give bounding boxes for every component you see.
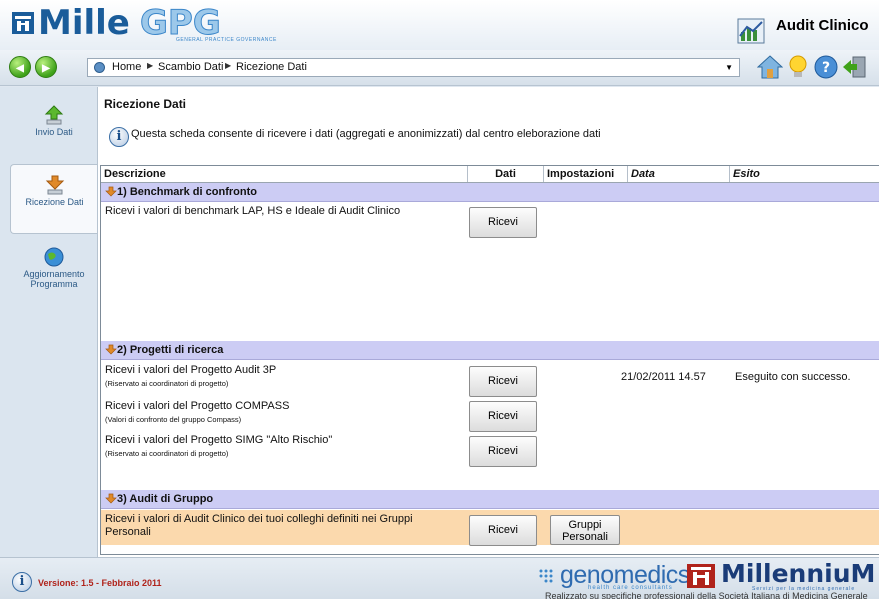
forward-button[interactable]: ▶ — [35, 56, 57, 78]
info-icon[interactable]: i — [12, 572, 32, 592]
sidebar-item-label: Aggiornamento Programma — [23, 269, 85, 289]
section-header-audit-gruppo: 3) Audit di Gruppo — [101, 490, 879, 509]
audit-chart-icon — [737, 18, 765, 44]
download-arrow-icon — [105, 186, 117, 197]
sidebar: Invio Dati Ricezione Dati Aggiornamento … — [0, 87, 98, 557]
download-arrow-icon — [45, 175, 64, 195]
page-title: Ricezione Dati — [104, 97, 187, 111]
section-header-benchmark: 1) Benchmark di confronto — [101, 183, 879, 202]
back-arrow-icon: ◀ — [16, 63, 24, 74]
back-button[interactable]: ◀ — [9, 56, 31, 78]
main-panel: Ricezione Dati i Questa scheda consente … — [97, 87, 879, 557]
row-subtitle: (Valori di confronto del gruppo Compass) — [105, 415, 242, 424]
breadcrumb-scambio-dati[interactable]: Scambio Dati — [158, 61, 223, 73]
section-title: 2) Progetti di ricerca — [117, 344, 224, 356]
column-header-dati[interactable]: Dati — [468, 166, 544, 182]
row-subtitle: (Riservato ai coordinatori di progetto) — [105, 379, 229, 388]
column-header-descrizione[interactable]: Descrizione — [101, 166, 468, 182]
credits-text: Realizzato su specifiche professionali d… — [545, 591, 868, 599]
download-arrow-icon — [105, 344, 117, 355]
breadcrumb-ricezione-dati[interactable]: Ricezione Dati — [236, 61, 307, 73]
section-title: 1) Benchmark di confronto — [117, 186, 257, 198]
section-title: 3) Audit di Gruppo — [117, 493, 214, 505]
ricevi-button[interactable]: Ricevi — [469, 366, 537, 397]
row-description-line2: Personali — [105, 526, 151, 538]
sidebar-item-ricezione-dati[interactable]: Ricezione Dati — [10, 164, 98, 234]
upload-arrow-icon — [44, 105, 64, 125]
gruppi-personali-button[interactable]: Gruppi Personali — [550, 515, 620, 545]
ricevi-button[interactable]: Ricevi — [469, 401, 537, 432]
logo-subtitle: GENERAL PRACTICE GOVERNANCE — [176, 37, 277, 43]
sidebar-item-invio-dati[interactable]: Invio Dati — [10, 101, 98, 153]
row-description: Ricevi i valori del Progetto COMPASS — [105, 400, 290, 412]
section-header-progetti: 2) Progetti di ricerca — [101, 341, 879, 360]
breadcrumb-home[interactable]: Home — [112, 61, 141, 73]
help-icon[interactable]: ? — [813, 54, 839, 80]
millegpg-logo-icon — [12, 12, 34, 34]
row-description: Ricevi i valori del Progetto Audit 3P — [105, 364, 277, 376]
svg-text:?: ? — [822, 60, 830, 76]
sidebar-item-aggiornamento-programma[interactable]: Aggiornamento Programma — [10, 247, 98, 307]
button-label: Personali — [562, 531, 608, 543]
column-header-esito[interactable]: Esito — [730, 166, 879, 182]
sidebar-item-label: Invio Dati — [35, 127, 73, 137]
row-date: 21/02/2011 14.57 — [621, 371, 706, 383]
button-label: Gruppi — [568, 519, 602, 531]
row-result: Eseguito con successo. — [735, 371, 851, 383]
row-description: Ricevi i valori del Progetto SIMG "Alto … — [105, 434, 333, 446]
column-header-impostazioni[interactable]: Impostazioni — [544, 166, 628, 182]
home-icon[interactable] — [757, 54, 783, 80]
download-arrow-icon — [105, 493, 117, 504]
info-icon: i — [109, 127, 129, 147]
footer: i Versione: 1.5 - Febbraio 2011 genomedi… — [0, 557, 879, 599]
chevron-down-icon[interactable]: ▼ — [725, 63, 733, 72]
row-subtitle: (Riservato ai coordinatori di progetto) — [105, 449, 229, 458]
column-header-data[interactable]: Data — [628, 166, 730, 182]
ricevi-button[interactable]: Ricevi — [469, 207, 537, 238]
app-header: Mille GPG GENERAL PRACTICE GOVERNANCE Au… — [0, 0, 879, 50]
exit-icon[interactable] — [841, 54, 867, 80]
millennium-logo: MillenniuM — [721, 559, 876, 588]
globe-update-icon — [44, 247, 64, 267]
ricevi-button[interactable]: Ricevi — [469, 515, 537, 546]
breadcrumb[interactable]: Home ▶ Scambio Dati ▶ Ricezione Dati ▼ — [87, 58, 740, 77]
logo-text: Mille — [38, 3, 130, 43]
breadcrumb-separator-icon: ▶ — [225, 61, 232, 70]
info-text: Questa scheda consente di ricevere i dat… — [131, 128, 601, 140]
row-description: Ricevi i valori di benchmark LAP, HS e I… — [105, 205, 401, 217]
row-description: Ricevi i valori di Audit Clinico dei tuo… — [105, 513, 413, 525]
lightbulb-icon[interactable] — [785, 54, 811, 80]
app-title: Audit Clinico — [776, 17, 869, 34]
navigation-bar: ◀ ▶ Home ▶ Scambio Dati ▶ Ricezione Dati… — [0, 50, 879, 86]
version-text: Versione: 1.5 - Febbraio 2011 — [38, 578, 162, 588]
forward-arrow-icon: ▶ — [42, 63, 50, 74]
genomedics-logo-icon — [539, 569, 553, 583]
ricevi-button[interactable]: Ricevi — [469, 436, 537, 467]
data-table: Descrizione Dati Impostazioni Data Esito… — [100, 165, 879, 555]
millennium-logo-icon — [687, 564, 715, 588]
globe-icon — [94, 62, 105, 73]
breadcrumb-separator-icon: ▶ — [147, 61, 154, 70]
sidebar-item-label: Ricezione Dati — [25, 197, 84, 207]
